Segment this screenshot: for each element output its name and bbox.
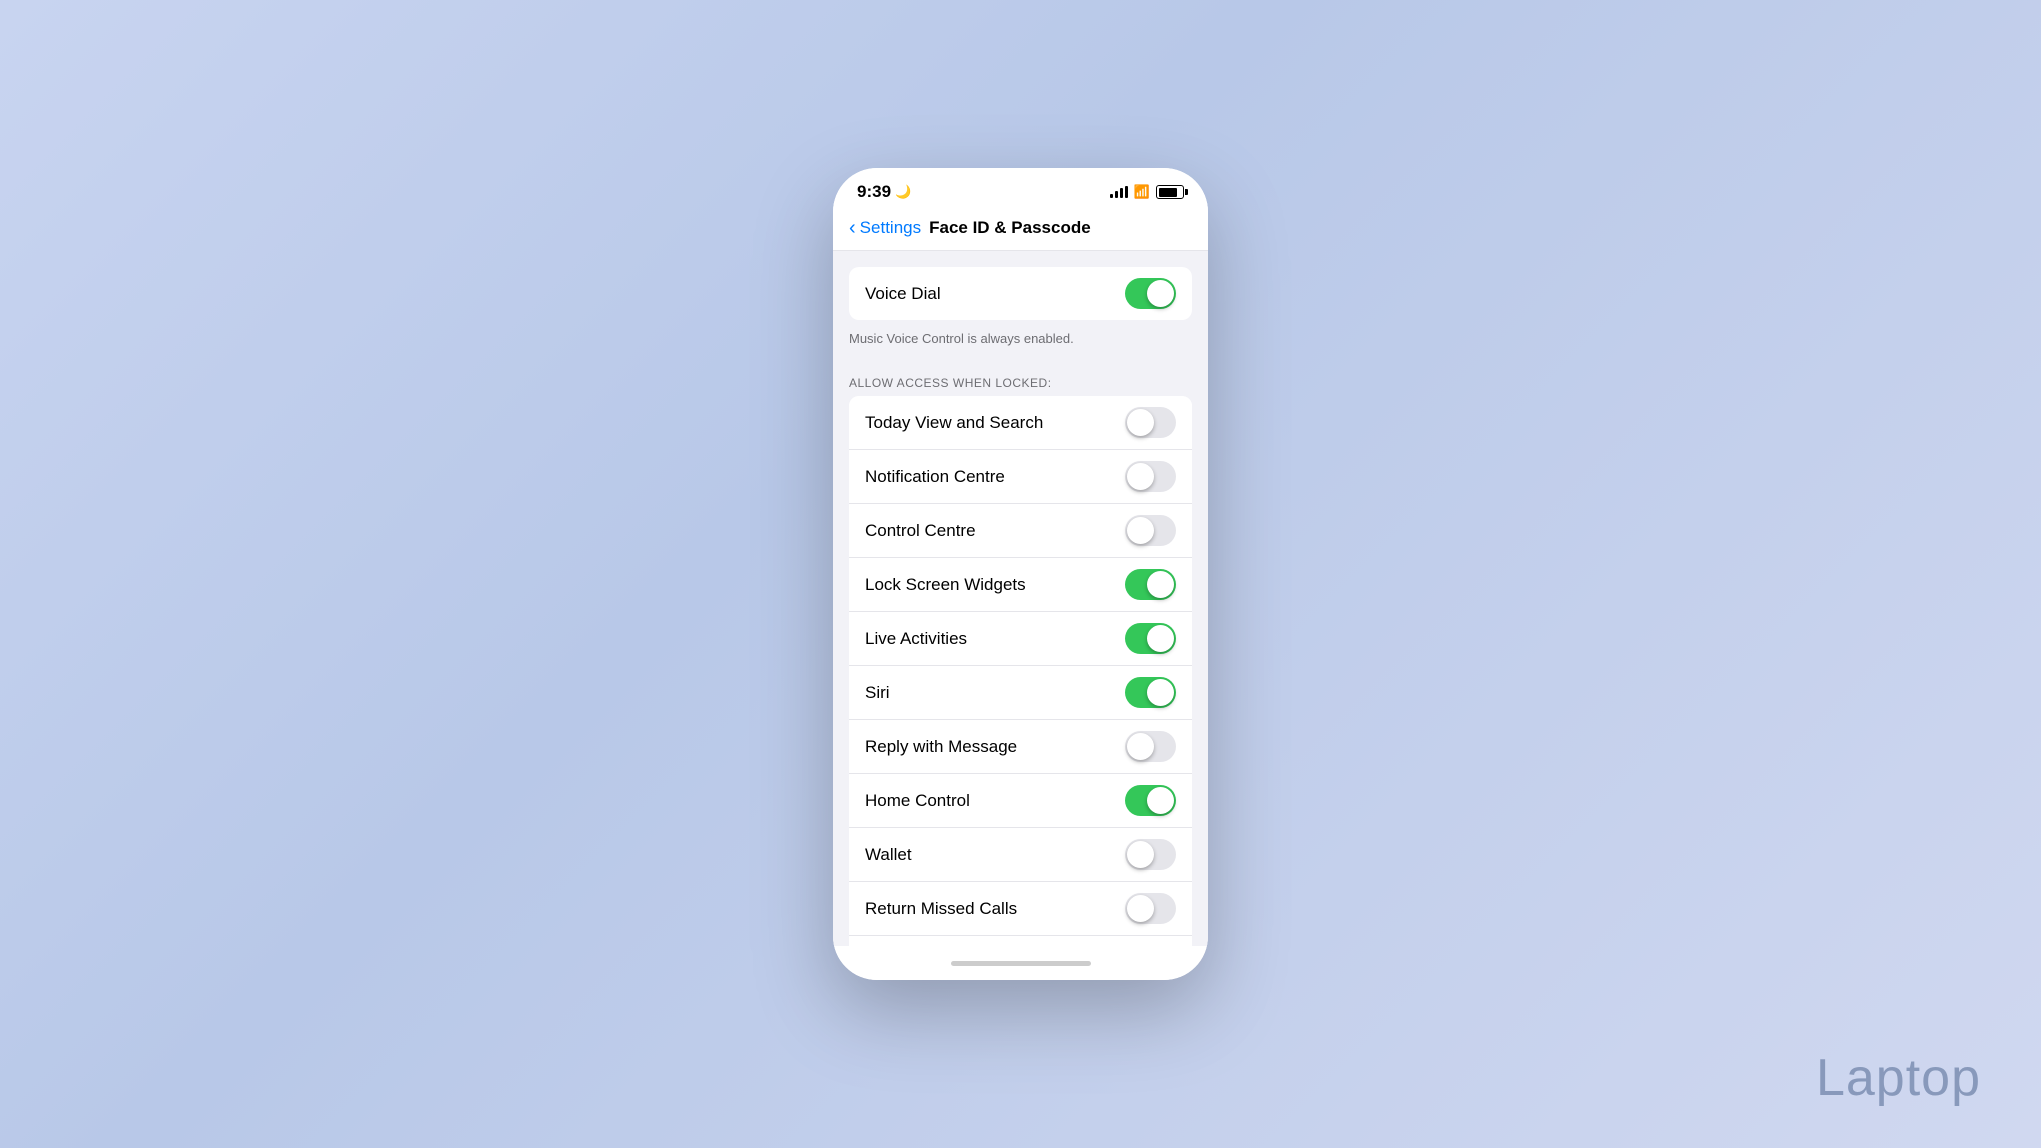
bottom-bar <box>833 946 1208 980</box>
wallet-toggle[interactable] <box>1125 839 1176 870</box>
allow-access-section: ALLOW ACCESS WHEN LOCKED: Today View and… <box>833 360 1208 946</box>
watermark: Laptop <box>1816 1048 1981 1108</box>
home-control-label: Home Control <box>865 791 970 811</box>
status-icons: 📶 <box>1110 184 1184 200</box>
live-activities-toggle[interactable] <box>1125 623 1176 654</box>
phone-frame: 9:39 🌙 📶 ‹ Settings Face ID & Passcode <box>833 168 1208 980</box>
voice-dial-helper: Music Voice Control is always enabled. <box>833 324 1208 360</box>
siri-toggle[interactable] <box>1125 677 1176 708</box>
return-missed-calls-toggle[interactable] <box>1125 893 1176 924</box>
lock-screen-widgets-row: Lock Screen Widgets <box>849 558 1192 612</box>
voice-dial-group: Voice Dial <box>849 267 1192 320</box>
wallet-row: Wallet <box>849 828 1192 882</box>
allow-access-group: Today View and Search Notification Centr… <box>849 396 1192 946</box>
control-centre-row: Control Centre <box>849 504 1192 558</box>
voice-dial-label: Voice Dial <box>865 284 941 304</box>
moon-icon: 🌙 <box>895 184 911 200</box>
home-indicator <box>951 961 1091 966</box>
reply-with-message-row: Reply with Message <box>849 720 1192 774</box>
notification-centre-label: Notification Centre <box>865 467 1005 487</box>
notification-centre-row: Notification Centre <box>849 450 1192 504</box>
back-button[interactable]: ‹ Settings <box>849 218 921 238</box>
section-header: ALLOW ACCESS WHEN LOCKED: <box>833 360 1208 396</box>
page-title: Face ID & Passcode <box>929 218 1091 238</box>
control-centre-label: Control Centre <box>865 521 976 541</box>
home-control-row: Home Control <box>849 774 1192 828</box>
chevron-left-icon: ‹ <box>849 218 856 238</box>
home-control-toggle[interactable] <box>1125 785 1176 816</box>
battery-icon <box>1156 185 1184 199</box>
settings-content: Voice Dial Music Voice Control is always… <box>833 251 1208 946</box>
status-bar: 9:39 🌙 📶 <box>833 168 1208 210</box>
siri-label: Siri <box>865 683 890 703</box>
accessories-row: Accessories <box>849 936 1192 946</box>
nav-bar: ‹ Settings Face ID & Passcode <box>833 210 1208 251</box>
lock-screen-widgets-toggle[interactable] <box>1125 569 1176 600</box>
return-missed-calls-row: Return Missed Calls <box>849 882 1192 936</box>
return-missed-calls-label: Return Missed Calls <box>865 899 1017 919</box>
live-activities-row: Live Activities <box>849 612 1192 666</box>
control-centre-toggle[interactable] <box>1125 515 1176 546</box>
reply-with-message-toggle[interactable] <box>1125 731 1176 762</box>
live-activities-label: Live Activities <box>865 629 967 649</box>
reply-with-message-label: Reply with Message <box>865 737 1017 757</box>
notification-centre-toggle[interactable] <box>1125 461 1176 492</box>
status-time: 9:39 <box>857 182 891 202</box>
today-view-label: Today View and Search <box>865 413 1043 433</box>
wallet-label: Wallet <box>865 845 912 865</box>
back-label: Settings <box>860 218 921 238</box>
lock-screen-widgets-label: Lock Screen Widgets <box>865 575 1026 595</box>
signal-icon <box>1110 186 1128 198</box>
today-view-row: Today View and Search <box>849 396 1192 450</box>
wifi-icon: 📶 <box>1134 184 1150 200</box>
voice-dial-row: Voice Dial <box>849 267 1192 320</box>
today-view-toggle[interactable] <box>1125 407 1176 438</box>
siri-row: Siri <box>849 666 1192 720</box>
voice-dial-toggle[interactable] <box>1125 278 1176 309</box>
